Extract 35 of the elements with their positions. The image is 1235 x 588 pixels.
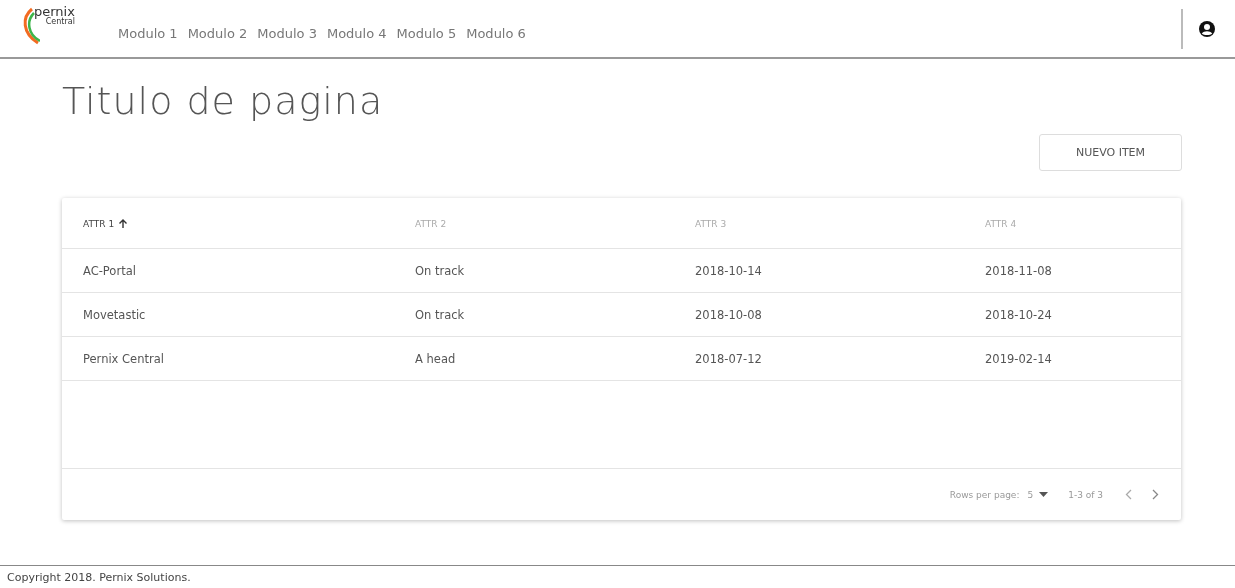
rows-per-page-select[interactable]: 5 <box>1027 489 1049 500</box>
table-cell: Pernix Central <box>83 351 164 366</box>
table-cell: 2018-11-08 <box>985 263 1052 278</box>
user-account-icon[interactable] <box>1198 19 1216 38</box>
table-cell: 2019-02-14 <box>985 351 1052 366</box>
page-title: Titulo de pagina <box>62 78 385 125</box>
logo-name: pernix <box>34 4 75 18</box>
table-cell: On track <box>415 307 465 322</box>
nav-link[interactable]: Modulo 6 <box>466 26 526 41</box>
nav-link[interactable]: Modulo 5 <box>396 26 457 41</box>
rows-per-page-label: Rows per page: <box>949 489 1020 500</box>
next-page-icon[interactable] <box>1152 489 1159 500</box>
column-header[interactable]: ATTR 4 <box>985 219 1017 229</box>
nav-link[interactable]: Modulo 1 <box>118 26 178 41</box>
sort-arrow-icon <box>118 219 129 229</box>
table-cell: AC-Portal <box>83 263 136 278</box>
table-cell: A head <box>415 351 456 366</box>
table-cell: On track <box>415 263 465 278</box>
nav-link[interactable]: Modulo 4 <box>326 26 387 41</box>
dropdown-caret-icon <box>1039 492 1049 497</box>
table-cell: Movetastic <box>83 307 146 322</box>
table-cell: 2018-10-08 <box>695 307 762 322</box>
page-range: 1-3 of 3 <box>1068 489 1103 500</box>
new-item-button[interactable]: NUEVO ITEM <box>1039 134 1182 171</box>
previous-page-icon[interactable] <box>1125 489 1132 500</box>
copyright-text: Copyright 2018. Pernix Solutions. <box>7 570 191 584</box>
table-cell: 2018-07-12 <box>695 351 762 366</box>
table-cell: 2018-10-24 <box>985 307 1052 322</box>
nav-link[interactable]: Modulo 3 <box>257 26 317 41</box>
column-header[interactable]: ATTR 3 <box>695 219 727 229</box>
table-cell: 2018-10-14 <box>695 263 762 278</box>
column-header[interactable]: ATTR 2 <box>415 219 447 229</box>
column-header[interactable]: ATTR 1 <box>83 219 129 229</box>
logo-subtitle: Central <box>45 17 75 26</box>
nav-link[interactable]: Modulo 2 <box>187 26 248 41</box>
